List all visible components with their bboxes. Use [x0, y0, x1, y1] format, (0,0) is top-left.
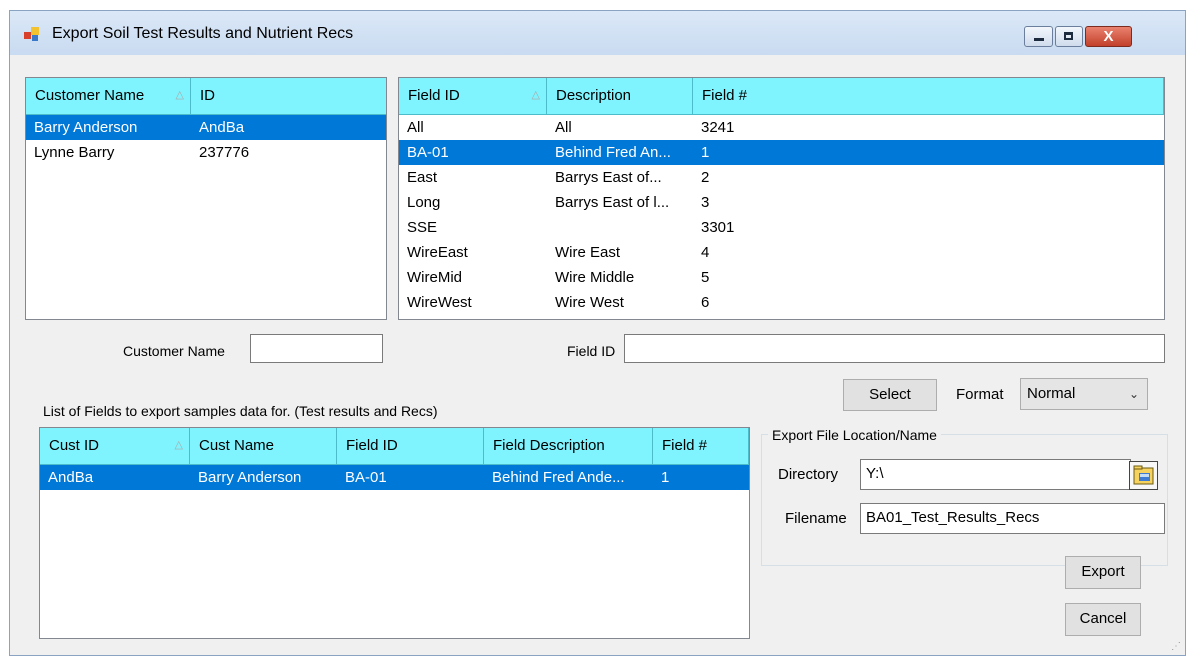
export-location-title: Export File Location/Name	[768, 427, 941, 443]
customer-name-label: Customer Name	[123, 343, 225, 359]
table-row[interactable]: WireMid Wire Middle 5	[399, 265, 1164, 290]
column-header-cust-name[interactable]: Cust Name	[190, 428, 337, 465]
customers-grid-header: Customer Name △ ID	[26, 78, 386, 115]
column-header-description[interactable]: Description	[547, 78, 693, 115]
table-row[interactable]: BA-01 Behind Fred An... 1	[399, 140, 1164, 165]
export-button[interactable]: Export	[1065, 556, 1141, 589]
fields-grid-header: Field ID △ Description Field #	[399, 78, 1164, 115]
column-header-customer-name[interactable]: Customer Name △	[26, 78, 191, 115]
column-header-id[interactable]: ID	[191, 78, 386, 115]
column-header-field-id[interactable]: Field ID △	[399, 78, 547, 115]
table-row[interactable]: Lynne Barry 237776	[26, 140, 386, 165]
fields-grid: Field ID △ Description Field # All All 3…	[398, 77, 1165, 320]
format-label: Format	[956, 386, 1004, 403]
directory-label: Directory	[778, 466, 839, 483]
maximize-icon	[1064, 32, 1073, 40]
column-header-field-description[interactable]: Field Description	[484, 428, 653, 465]
table-row[interactable]: Barry Anderson AndBa	[26, 115, 386, 140]
table-row[interactable]: AndBa Barry Anderson BA-01 Behind Fred A…	[40, 465, 749, 490]
table-row[interactable]: All All 3241	[399, 115, 1164, 140]
minimize-button[interactable]	[1024, 26, 1053, 47]
format-select[interactable]: Normal ⌄	[1020, 378, 1148, 410]
export-dialog-window: Export Soil Test Results and Nutrient Re…	[9, 10, 1186, 656]
sort-ascending-icon: △	[174, 439, 183, 451]
table-row[interactable]: WireWest Wire West 6	[399, 290, 1164, 315]
browse-folder-button[interactable]	[1129, 461, 1158, 490]
minimize-icon	[1034, 38, 1044, 41]
table-row[interactable]: WireEast Wire East 4	[399, 240, 1164, 265]
export-grid-header: Cust ID △ Cust Name Field ID Field Descr…	[40, 428, 749, 465]
app-icon	[24, 27, 40, 41]
field-id-input[interactable]	[624, 334, 1165, 363]
filename-input[interactable]: BA01_Test_Results_Recs	[860, 503, 1165, 534]
directory-input[interactable]: Y:\	[860, 459, 1131, 490]
close-icon: X	[1103, 28, 1114, 45]
column-header-field-number[interactable]: Field #	[653, 428, 749, 465]
column-header-field-number[interactable]: Field #	[693, 78, 1164, 115]
sort-ascending-icon: △	[531, 89, 540, 101]
customers-grid: Customer Name △ ID Barry Anderson AndBa …	[25, 77, 387, 320]
close-button[interactable]: X	[1085, 26, 1132, 47]
column-header-cust-id[interactable]: Cust ID △	[40, 428, 190, 465]
customer-name-input[interactable]	[250, 334, 383, 363]
folder-icon	[1133, 465, 1154, 485]
table-row[interactable]: East Barrys East of... 2	[399, 165, 1164, 190]
title-bar: Export Soil Test Results and Nutrient Re…	[10, 11, 1185, 55]
resize-grip-icon[interactable]: ⋰	[1171, 641, 1181, 652]
field-id-label: Field ID	[567, 343, 616, 359]
filename-label: Filename	[785, 510, 847, 527]
export-list-caption: List of Fields to export samples data fo…	[43, 403, 438, 419]
sort-ascending-icon: △	[175, 89, 184, 101]
window-title: Export Soil Test Results and Nutrient Re…	[52, 25, 354, 42]
maximize-button[interactable]	[1055, 26, 1083, 47]
chevron-down-icon: ⌄	[1128, 387, 1139, 401]
table-row[interactable]: SSE 3301	[399, 215, 1164, 240]
table-row[interactable]: Long Barrys East of l... 3	[399, 190, 1164, 215]
select-button[interactable]: Select	[843, 379, 937, 411]
export-location-group	[761, 434, 1168, 566]
column-header-field-id[interactable]: Field ID	[337, 428, 484, 465]
export-fields-grid: Cust ID △ Cust Name Field ID Field Descr…	[39, 427, 750, 639]
cancel-button[interactable]: Cancel	[1065, 603, 1141, 636]
